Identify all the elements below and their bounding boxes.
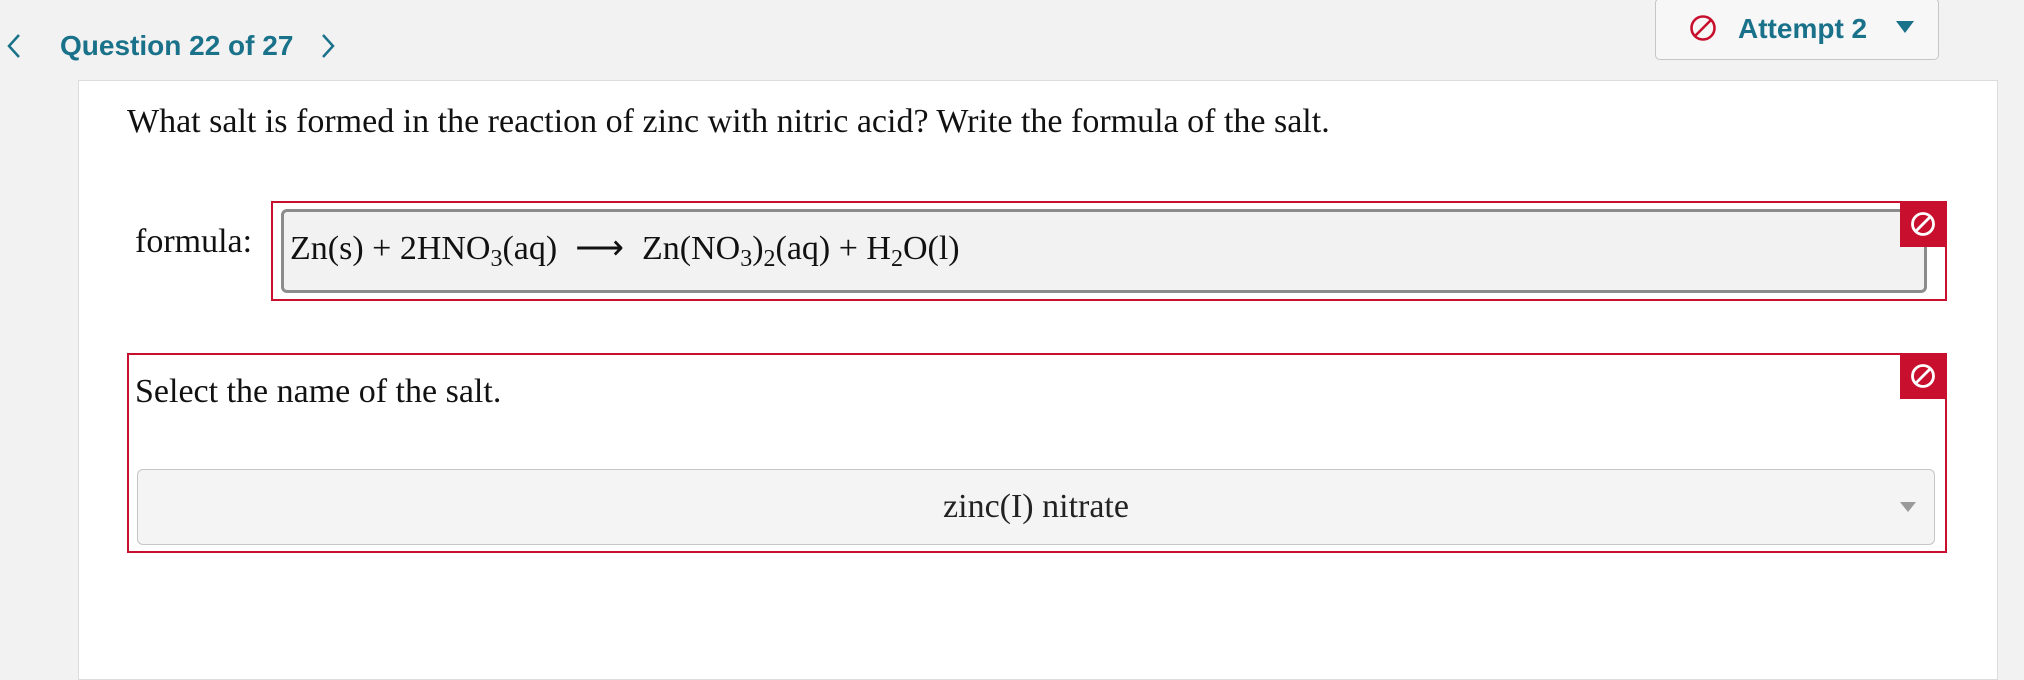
subscript: 3: [490, 246, 503, 272]
subscript: 2: [763, 246, 776, 272]
question-counter: Question 22 of 27: [60, 30, 294, 61]
caret-down-icon: [1900, 502, 1916, 512]
no-entry-icon: [1911, 212, 1935, 236]
formula-equation: Zn(s) + 2HNO3(aq) ⟶ Zn(NO3)2(aq) + H2O(l): [290, 228, 960, 271]
formula-label: formula:: [135, 223, 253, 260]
select-prompt: Select the name of the salt.: [135, 373, 502, 410]
subscript: 3: [740, 246, 753, 272]
salt-name-error-badge[interactable]: [1900, 353, 1946, 399]
state-aq: (aq): [502, 230, 558, 267]
product-zinc-nitrate: Zn(NO: [641, 230, 741, 267]
no-entry-icon: [1690, 15, 1716, 41]
attempt-label: Attempt 2: [1738, 13, 1868, 44]
state-and-water: (aq) + H: [775, 230, 891, 267]
question-card: What salt is formed in the reaction of z…: [78, 80, 1998, 680]
formula-answer-box: Zn(s) + 2HNO3(aq) ⟶ Zn(NO3)2(aq) + H2O(l): [271, 201, 1947, 301]
attempt-dropdown[interactable]: Attempt 2: [1655, 0, 1939, 60]
subscript: 2: [890, 246, 903, 272]
chevron-left-icon: [7, 34, 20, 58]
selected-salt-name: zinc(I) nitrate: [943, 488, 1129, 525]
previous-question-button[interactable]: [0, 20, 34, 72]
caret-down-icon: [1896, 21, 1914, 33]
water-rest: O(l): [902, 230, 960, 267]
reactant-zinc-nitric-acid: Zn(s) + 2HNO: [290, 230, 491, 267]
chevron-right-icon: [322, 34, 335, 58]
formula-input[interactable]: Zn(s) + 2HNO3(aq) ⟶ Zn(NO3)2(aq) + H2O(l): [281, 209, 1927, 293]
next-question-button[interactable]: [308, 20, 348, 72]
salt-name-dropdown[interactable]: zinc(I) nitrate: [137, 469, 1935, 545]
reaction-arrow: ⟶: [575, 230, 624, 267]
formula-error-badge[interactable]: [1900, 201, 1946, 247]
no-entry-icon: [1911, 364, 1935, 388]
closing-paren: ): [752, 230, 764, 267]
salt-name-answer-box: Select the name of the salt. zinc(I) nit…: [127, 353, 1947, 553]
question-text: What salt is formed in the reaction of z…: [127, 103, 1330, 140]
